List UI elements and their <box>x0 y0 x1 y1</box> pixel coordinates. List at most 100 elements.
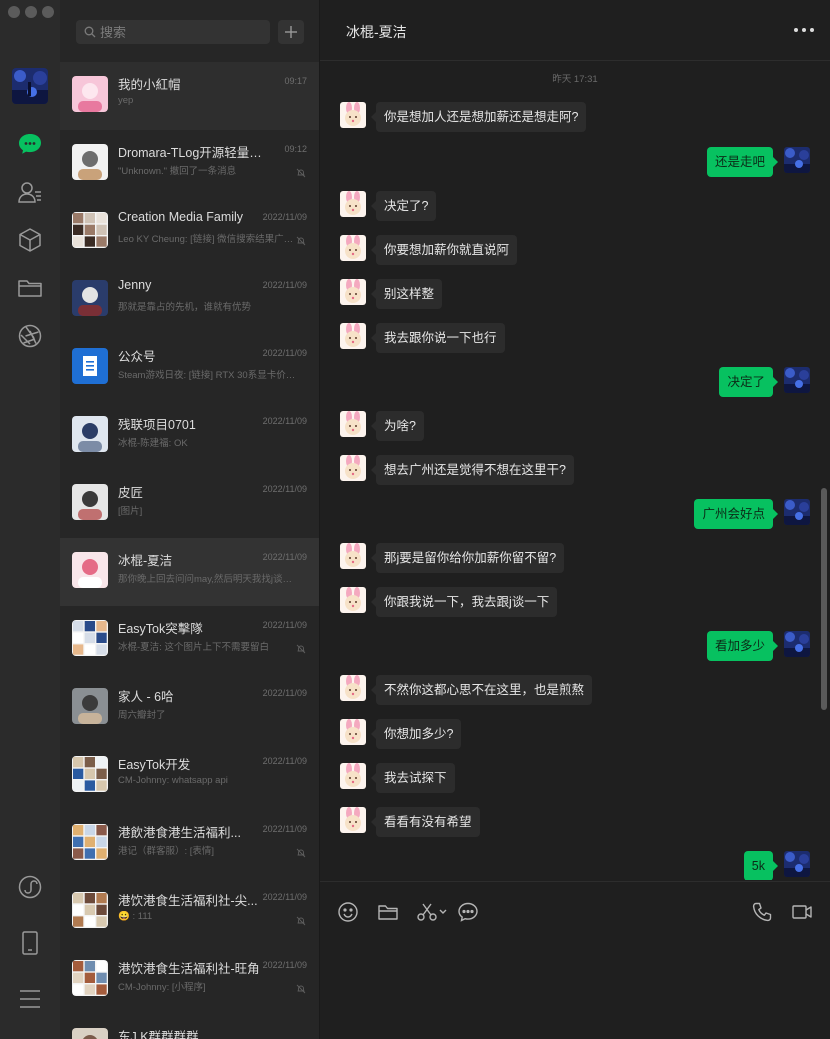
favorites-cube-icon[interactable] <box>16 226 44 254</box>
conversation-item[interactable]: 残联项目0701 2022/11/09 冰棍-陈建福: OK <box>60 402 319 470</box>
conversation-item[interactable]: 东J.K群群群群 <box>60 1014 319 1039</box>
search-icon <box>84 26 96 38</box>
add-button[interactable] <box>278 20 304 44</box>
incoming-message: 看看有没有希望 <box>320 807 830 841</box>
contact-avatar[interactable] <box>340 102 366 128</box>
my-message-avatar[interactable] <box>784 631 810 657</box>
contact-avatar[interactable] <box>340 191 366 217</box>
search-input[interactable] <box>98 20 266 44</box>
conversation-time: 2022/11/09 <box>262 552 307 562</box>
conversation-item[interactable]: 我的小紅帽 09:17 yep <box>60 62 319 130</box>
window-minimize-button[interactable] <box>25 6 37 18</box>
conversation-avatar <box>72 620 108 656</box>
message-bubble[interactable]: 广州会好点 <box>694 499 778 529</box>
contact-avatar[interactable] <box>340 411 366 437</box>
message-bubble[interactable]: 不然你这都心思不在这里，也是煎熬 <box>370 675 593 705</box>
conversation-time: 2022/11/09 <box>262 620 307 630</box>
conversation-item[interactable]: 冰棍-夏洁 2022/11/09 那你晚上回去问问may,然后明天我找j谈一下 <box>60 538 319 606</box>
voice-call-button[interactable] <box>750 900 774 924</box>
chat-header: 冰棍-夏洁 <box>320 0 830 61</box>
message-bubble[interactable]: 看加多少 <box>706 631 779 661</box>
conversation-name: 冰棍-夏洁 <box>118 554 173 568</box>
conversation-item[interactable]: Dromara-TLog开源轻量级日志... 09:12 "Unknown." 撤回… <box>60 130 319 198</box>
conversation-item[interactable]: 皮匠 2022/11/09 [图片] <box>60 470 319 538</box>
contact-avatar[interactable] <box>340 455 366 481</box>
chat-icon[interactable] <box>16 130 44 158</box>
contact-avatar[interactable] <box>340 807 366 833</box>
menu-icon[interactable] <box>16 985 44 1013</box>
message-bubble[interactable]: 别这样整 <box>370 279 443 309</box>
conversation-avatar <box>72 552 108 588</box>
message-bubble[interactable]: 还是走吧 <box>706 147 779 177</box>
conversation-item[interactable]: 公众号 2022/11/09 Steam游戏日夜: [链接] RTX 30系显卡价格… <box>60 334 319 402</box>
message-bubble[interactable]: 我去试探下 <box>371 763 455 793</box>
my-message-avatar[interactable] <box>784 147 810 173</box>
contact-avatar[interactable] <box>340 323 366 349</box>
message-bubble[interactable]: 决定了 <box>719 367 778 397</box>
chat-history-button[interactable] <box>456 900 480 924</box>
conversation-item[interactable]: Jenny 2022/11/09 那就是靠占的先机，谁就有优势 <box>60 266 319 334</box>
message-bubble[interactable]: 5k <box>743 851 779 880</box>
emoji-button[interactable] <box>336 900 360 924</box>
conversation-name: 港饮港食生活福利社-旺角 <box>118 962 260 976</box>
my-avatar[interactable] <box>12 68 48 104</box>
outgoing-message: 决定了 <box>320 367 830 401</box>
contact-avatar[interactable] <box>340 675 366 701</box>
contact-avatar[interactable] <box>340 763 366 789</box>
more-options-button[interactable] <box>792 20 816 40</box>
conversation-item[interactable]: EasyTok突擊隊 2022/11/09 冰棍-夏洁: 这个图片上下不需要留白 <box>60 606 319 674</box>
miniprogram-icon[interactable] <box>16 873 44 901</box>
message-bubble[interactable]: 你是想加人还是想加薪还是想走阿? <box>370 102 587 132</box>
my-message-avatar[interactable] <box>784 499 810 525</box>
message-bubble[interactable]: 决定了? <box>370 191 437 221</box>
incoming-message: 为啥? <box>320 411 830 445</box>
conversation-name: EasyTok突擊隊 <box>118 622 203 636</box>
message-scrollbar[interactable] <box>821 488 827 710</box>
incoming-message: 你要想加薪你就直说阿 <box>320 235 830 269</box>
window-close-button[interactable] <box>8 6 20 18</box>
moments-aperture-icon[interactable] <box>16 322 44 350</box>
conversation-time: 2022/11/09 <box>262 484 307 494</box>
contact-avatar[interactable] <box>340 235 366 261</box>
conversation-item[interactable]: 港飲港食港生活福利... 2022/11/09 港记（群客服）: [表情] <box>60 810 319 878</box>
contacts-icon[interactable] <box>16 178 44 206</box>
message-bubble[interactable]: 那j要是留你给你加薪你留不留? <box>370 543 565 573</box>
mute-bell-icon <box>296 843 306 858</box>
contact-avatar[interactable] <box>340 719 366 745</box>
search-box[interactable] <box>76 20 270 44</box>
message-bubble[interactable]: 你想加多少? <box>370 719 462 749</box>
message-bubble[interactable]: 看看有没有希望 <box>371 807 480 837</box>
contact-avatar[interactable] <box>340 543 366 569</box>
conversation-item[interactable]: 港饮港食生活福利社-旺角 2022/11/09 CM-Johnny: [小程序] <box>60 946 319 1014</box>
conversation-item[interactable]: 家人 - 6哈 2022/11/09 周六瓣封了 <box>60 674 319 742</box>
message-bubble[interactable]: 为啥? <box>371 411 424 441</box>
my-message-avatar[interactable] <box>784 367 810 393</box>
phone-device-icon[interactable] <box>16 929 44 957</box>
contact-avatar[interactable] <box>340 587 366 613</box>
message-bubble[interactable]: 你跟我说一下，我去跟j谈一下 <box>370 587 558 617</box>
message-bubble[interactable]: 我去跟你说一下也行 <box>371 323 505 353</box>
message-timestamp: 昨天 17:31 <box>552 74 598 85</box>
nav-rail <box>0 0 60 1039</box>
screenshot-button[interactable] <box>416 900 450 924</box>
incoming-message: 你想加多少? <box>320 719 830 753</box>
incoming-message: 别这样整 <box>320 279 830 313</box>
conversation-time: 2022/11/09 <box>262 892 307 902</box>
contact-avatar[interactable] <box>340 279 366 305</box>
message-bubble[interactable]: 想去广州还是觉得不想在这里干? <box>371 455 574 485</box>
conversation-time: 09:17 <box>284 76 307 86</box>
send-file-button[interactable] <box>376 900 400 924</box>
conversation-item[interactable]: 港饮港食生活福利社-尖... 2022/11/09 😀 : 111 <box>60 878 319 946</box>
files-folder-icon[interactable] <box>16 274 44 302</box>
my-message-avatar[interactable] <box>784 851 810 877</box>
conversation-preview: [图片] <box>118 506 143 517</box>
conversation-name: 港饮港食生活福利社-尖... <box>118 894 258 908</box>
video-call-button[interactable] <box>790 900 814 924</box>
message-bubble[interactable]: 你要想加薪你就直说阿 <box>370 235 518 265</box>
message-input[interactable] <box>336 938 814 1028</box>
conversation-item[interactable]: Creation Media Family 2022/11/09 Leo KY Ch… <box>60 198 319 266</box>
conversation-time: 2022/11/09 <box>262 824 307 834</box>
conversation-item[interactable]: EasyTok开发 2022/11/09 CM-Johnny: whatsapp a… <box>60 742 319 810</box>
window-zoom-button[interactable] <box>42 6 54 18</box>
incoming-message: 那j要是留你给你加薪你留不留? <box>320 543 830 577</box>
